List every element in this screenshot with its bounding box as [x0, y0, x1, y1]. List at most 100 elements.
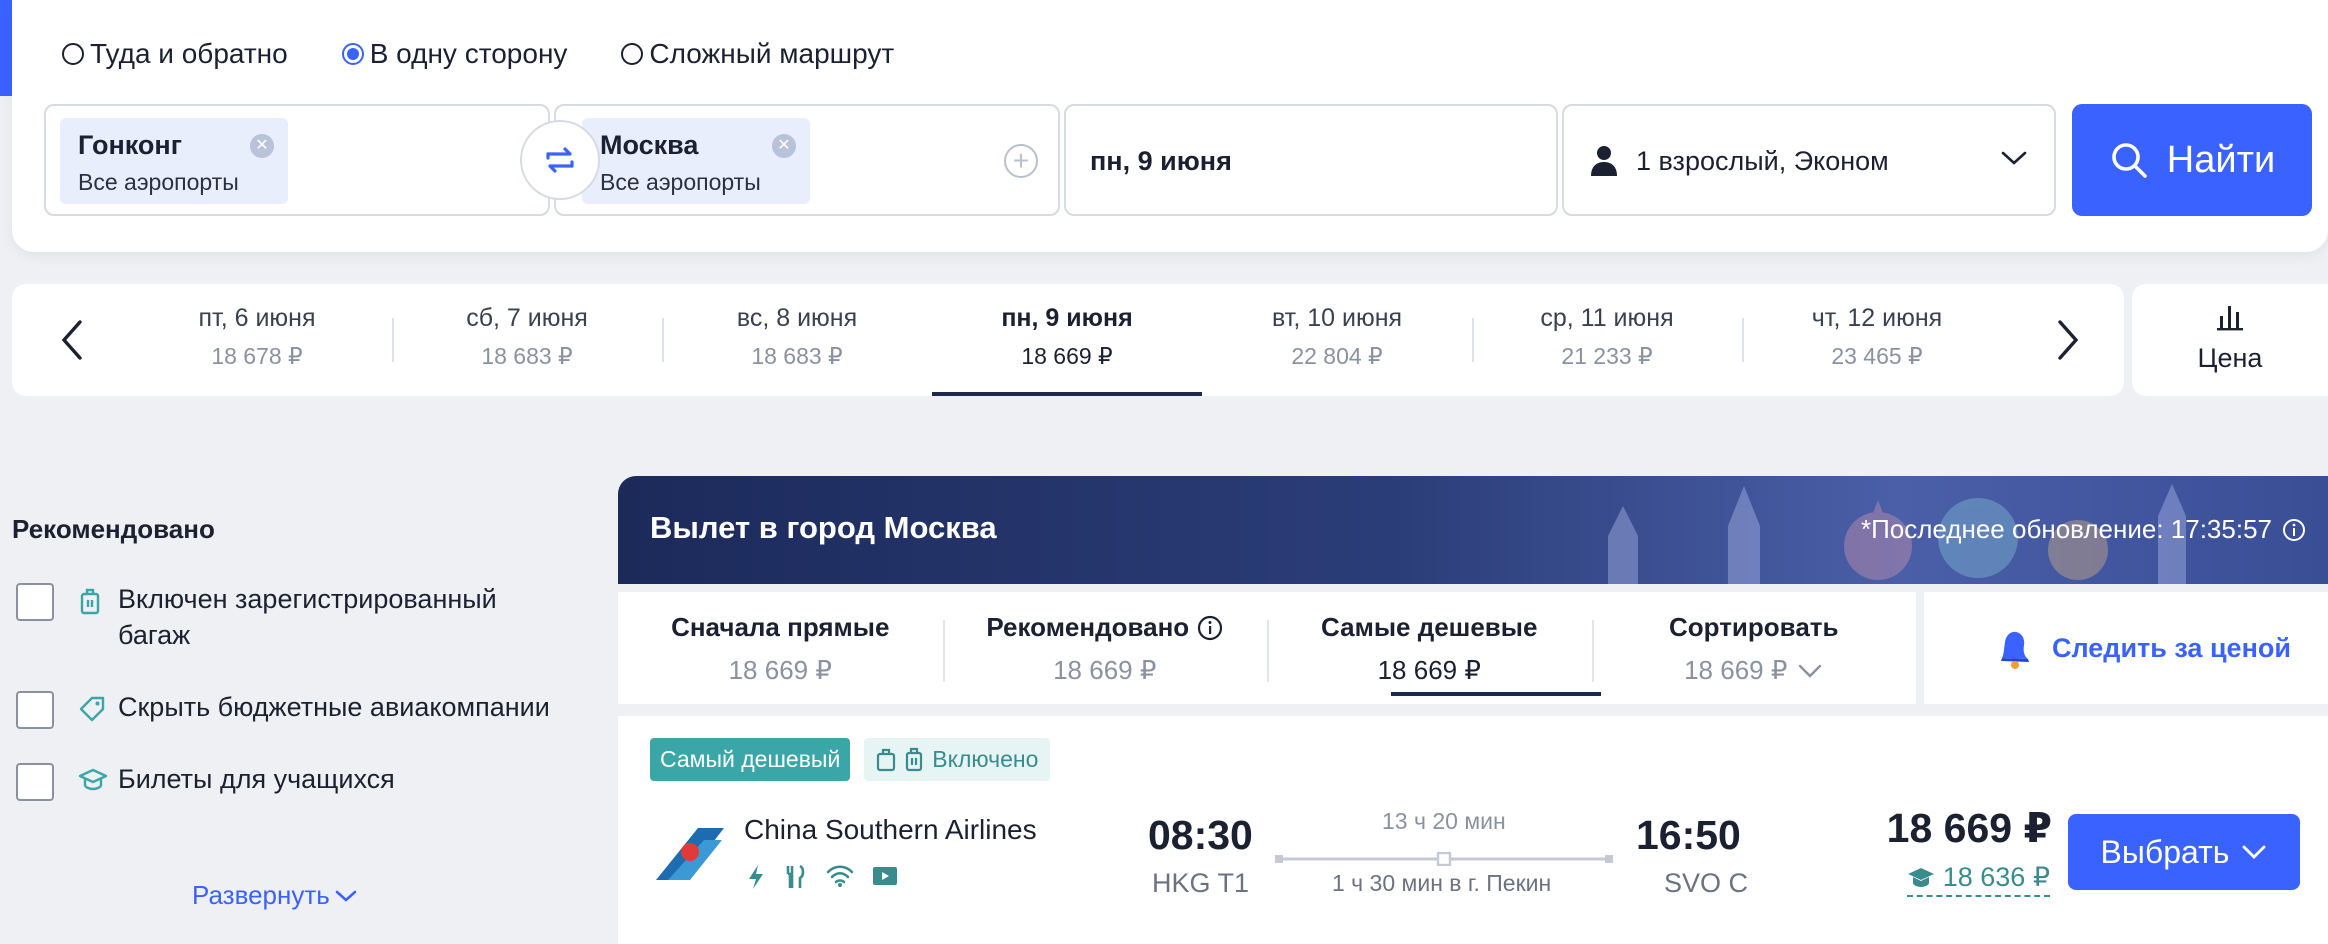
date-option-label: вт, 10 июня [1271, 304, 1403, 332]
chevron-left-icon [61, 320, 82, 360]
origin-field[interactable]: Гонконг Все аэропорты ✕ [44, 104, 550, 216]
next-dates-button[interactable] [2048, 314, 2088, 366]
chevron-right-icon [2058, 320, 2079, 360]
date-option-price: 18 683 ₽ [751, 343, 843, 369]
departure-time: 08:30 [1148, 812, 1253, 858]
date-option[interactable]: пт, 6 июня 18 678 ₽ [122, 284, 392, 396]
sort-label-text: Рекомендовано [986, 612, 1190, 642]
sort-label: Рекомендовано [986, 612, 1223, 643]
date-field[interactable]: пн, 9 июня [1064, 104, 1558, 216]
last-update: *Последнее обновление: 17:35:57 [1861, 514, 2306, 545]
chevron-down-icon [2001, 151, 2027, 165]
date-option[interactable]: сб, 7 июня 18 683 ₽ [392, 284, 662, 396]
date-strip: пт, 6 июня 18 678 ₽ сб, 7 июня 18 683 ₽ … [12, 284, 2124, 396]
trip-type-label: Сложный маршрут [649, 38, 895, 69]
filter-budget[interactable]: Скрыть бюджетные авиакомпании [12, 689, 572, 729]
prev-dates-button[interactable] [52, 314, 92, 366]
radio-round[interactable] [62, 43, 84, 65]
flight-card[interactable]: Самый дешевый Включено China Southern Ai… [618, 716, 2328, 944]
bar-chart-icon [2217, 306, 2243, 331]
destination-field[interactable]: Москва Все аэропорты ✕ + [554, 104, 1060, 216]
sort-direct-first[interactable]: Сначала прямые 18 669 ₽ [618, 592, 943, 704]
sort-label-text: Сначала прямые [671, 612, 890, 642]
airline-logo [656, 828, 724, 880]
origin-chip: Гонконг Все аэропорты ✕ [60, 118, 288, 204]
trip-type-label: Туда и обратно [90, 38, 288, 69]
checkbox-budget[interactable] [16, 691, 54, 729]
filters-panel: Рекомендовано Включен зарегистрированный… [12, 514, 572, 801]
filter-label: Билеты для учащихся [118, 764, 395, 794]
graduation-cap-icon [78, 768, 108, 791]
date-option-price: 22 804 ₽ [1291, 343, 1383, 369]
chevron-down-icon [1799, 664, 1822, 678]
track-price-button[interactable]: Следить за ценой [1924, 592, 2328, 704]
expand-filters-link[interactable]: Развернуть [192, 880, 358, 911]
date-option[interactable]: чт, 12 июня 23 465 ₽ [1742, 284, 2012, 396]
trip-type-round[interactable]: Туда и обратно [62, 38, 288, 70]
select-flight-button[interactable]: Выбрать [2068, 814, 2300, 890]
sort-label-text: Сортировать [1669, 612, 1839, 642]
filter-label: Включен зарегистрированный багаж [118, 584, 497, 650]
price-graph-button[interactable]: Цена [2132, 284, 2328, 396]
trip-type-multi[interactable]: Сложный маршрут [621, 38, 894, 70]
person-icon [1591, 146, 1617, 176]
last-update-text: *Последнее обновление: 17:35:57 [1860, 514, 2272, 544]
swap-icon [546, 147, 574, 173]
flight-duration: 13 ч 20 мин [1382, 808, 1506, 834]
cheapest-badge: Самый дешевый [650, 738, 851, 781]
graduation-cap-icon [1907, 867, 1934, 887]
search-button-label: Найти [2166, 138, 2276, 181]
sort-price: 18 669 ₽ [1684, 655, 1823, 686]
checkbox-students[interactable] [16, 763, 54, 801]
select-button-label: Выбрать [2100, 833, 2230, 870]
swap-cities-button[interactable] [520, 120, 600, 200]
search-icon [2111, 143, 2147, 178]
tag-icon [79, 696, 105, 722]
filter-baggage[interactable]: Включен зарегистрированный багаж [12, 581, 572, 653]
date-option-price: 21 233 ₽ [1561, 343, 1653, 369]
date-option-selected[interactable]: пн, 9 июня 18 669 ₽ [932, 284, 1202, 396]
date-value: пн, 9 июня [1090, 146, 1232, 176]
destination-chip: Москва Все аэропорты ✕ [582, 118, 810, 204]
radio-multi[interactable] [621, 43, 644, 65]
student-price-value: 18 636 ₽ [1942, 862, 2050, 892]
chevron-down-icon [2243, 845, 2266, 859]
carry-on-icon [877, 748, 896, 771]
date-option-label: сб, 7 июня [466, 304, 588, 332]
sort-bar: Сначала прямые 18 669 ₽ Рекомендовано 18… [618, 592, 1916, 704]
track-price-label: Следить за ценой [2052, 632, 2291, 663]
filters-title: Рекомендовано [12, 514, 215, 544]
trip-type-oneway[interactable]: В одну сторону [341, 38, 567, 70]
flight-badges: Самый дешевый Включено [650, 738, 1051, 781]
power-icon [749, 865, 763, 889]
info-icon[interactable] [2282, 518, 2306, 542]
sort-dropdown[interactable]: Сортировать 18 669 ₽ [1591, 592, 1917, 704]
origin-city: Гонконг [78, 130, 182, 160]
baggage-badge: Включено [864, 738, 1051, 781]
filter-students[interactable]: Билеты для учащихся [12, 761, 572, 801]
date-option[interactable]: вт, 10 июня 22 804 ₽ [1202, 284, 1472, 396]
arrival-airport: SVO C [1664, 868, 1749, 898]
date-option[interactable]: вс, 8 июня 18 683 ₽ [662, 284, 932, 396]
wifi-icon [826, 865, 854, 887]
meal-icon [786, 864, 805, 888]
results-banner: Вылет в город Москва *Последнее обновлен… [618, 476, 2328, 584]
date-option-label: вс, 8 июня [736, 304, 858, 332]
origin-airports: Все аэропорты [78, 169, 239, 195]
price-graph-label: Цена [2197, 343, 2263, 373]
clear-origin-icon[interactable]: ✕ [250, 134, 274, 158]
add-destination-icon[interactable]: + [1004, 144, 1038, 178]
search-panel: Туда и обратно В одну сторону Сложный ма… [12, 0, 2328, 252]
info-icon[interactable] [1197, 615, 1223, 641]
sort-cheapest[interactable]: Самые дешевые 18 669 ₽ [1267, 592, 1601, 704]
passengers-field[interactable]: 1 взрослый, Эконом [1562, 104, 2056, 216]
clear-destination-icon[interactable]: ✕ [772, 134, 796, 158]
radio-oneway[interactable] [341, 43, 364, 65]
departure-airport: HKG T1 [1152, 868, 1250, 898]
date-option[interactable]: ср, 11 июня 21 233 ₽ [1472, 284, 1742, 396]
search-button[interactable]: Найти [2072, 104, 2312, 216]
student-price[interactable]: 18 636 ₽ [1906, 862, 2050, 897]
sort-recommended[interactable]: Рекомендовано 18 669 ₽ [942, 592, 1268, 704]
filter-label: Скрыть бюджетные авиакомпании [118, 692, 550, 722]
checkbox-baggage[interactable] [16, 583, 54, 621]
